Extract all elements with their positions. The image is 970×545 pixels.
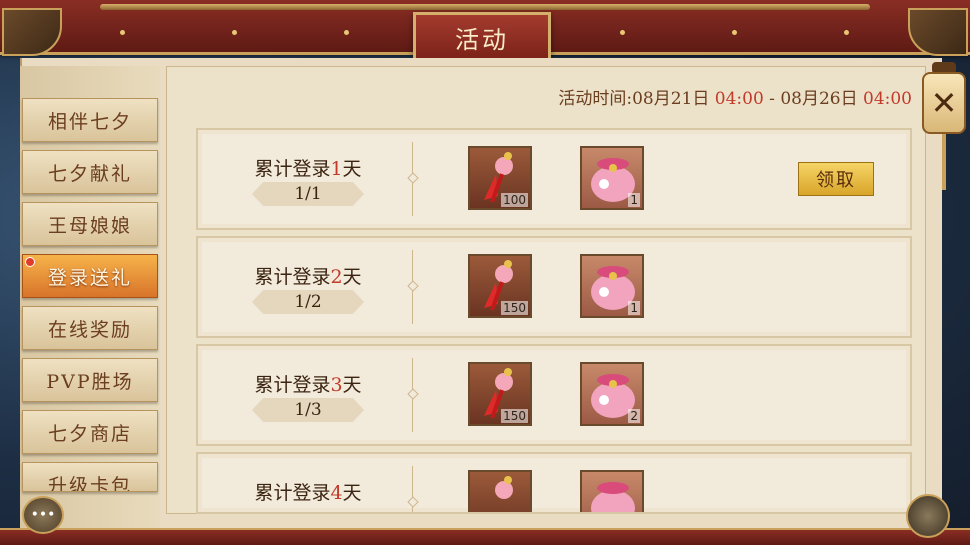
stud-ornament	[232, 30, 237, 35]
stud-ornament	[732, 30, 737, 35]
row-divider	[412, 358, 413, 432]
tab-label: 升级卡包	[47, 475, 132, 492]
event-end-time: 04:00	[863, 89, 912, 109]
item-count: 100	[501, 193, 528, 207]
item-count: 1	[628, 193, 640, 207]
claim-button[interactable]: 领取	[798, 162, 874, 196]
row-label: 累计登录1天	[254, 158, 362, 180]
item-count: 1	[628, 301, 640, 315]
sidebar-tab-qixi-xianli[interactable]: 七夕献礼	[22, 150, 158, 194]
window-title: 活动	[413, 12, 551, 62]
event-time-prefix: 活动时间:08月21日	[558, 89, 710, 109]
sidebar-tab-qixi-shop[interactable]: 七夕商店	[22, 410, 158, 454]
sidebar-tab-pvp-wins[interactable]: PVP胜场	[22, 358, 158, 402]
item-count: 150	[501, 301, 528, 315]
lucky-bag-icon[interactable]	[580, 470, 644, 512]
row-label: 累计登录2天	[254, 266, 362, 288]
close-button[interactable]: ✕	[922, 72, 966, 134]
tab-label: 相伴七夕	[47, 110, 132, 133]
top-rail	[100, 4, 870, 10]
chat-icon[interactable]: •••	[22, 496, 64, 534]
close-icon: ✕	[930, 84, 958, 122]
lucky-bag-icon[interactable]: 1	[580, 254, 644, 318]
reward-row-day-1: 累计登录1天 1/1 100 1 领取	[196, 128, 912, 230]
stud-ornament	[120, 30, 125, 35]
stud-ornament	[844, 30, 849, 35]
tab-label: 七夕商店	[47, 422, 132, 445]
sidebar-tab-xiangban-qixi[interactable]: 相伴七夕	[22, 98, 158, 142]
sidebar-tab-login-gift[interactable]: 登录送礼	[22, 254, 158, 298]
stud-ornament	[344, 30, 349, 35]
row-divider	[412, 250, 413, 324]
event-time: 活动时间:08月21日 04:00 - 08月26日 04:00	[558, 84, 912, 109]
item-count: 2	[628, 409, 640, 423]
lantern-tassel	[942, 134, 946, 190]
row-divider	[412, 142, 413, 216]
tab-label: 七夕献礼	[47, 162, 132, 185]
row-label: 累计登录4天	[254, 482, 362, 504]
tassel-ornament-icon[interactable]: 100	[468, 146, 532, 210]
corner-ornament-icon	[906, 494, 950, 538]
reward-row-day-4: 累计登录4天	[196, 452, 912, 514]
lucky-bag-icon[interactable]: 2	[580, 362, 644, 426]
tab-label: 王母娘娘	[47, 214, 132, 237]
tab-label: PVP胜场	[46, 370, 134, 393]
sidebar-tab-online-reward[interactable]: 在线奖励	[22, 306, 158, 350]
stud-ornament	[620, 30, 625, 35]
event-start-time: 04:00	[714, 89, 764, 109]
row-divider	[412, 466, 413, 512]
tassel-ornament-icon[interactable]	[468, 470, 532, 512]
sidebar-tab-wangmu-niangniang[interactable]: 王母娘娘	[22, 202, 158, 246]
row-label: 累计登录3天	[254, 374, 362, 396]
row-progress: 1/2	[252, 290, 364, 314]
notification-dot	[25, 257, 35, 267]
tab-label: 登录送礼	[47, 266, 132, 289]
reward-row-day-2: 累计登录2天 1/2 150 1	[196, 236, 912, 338]
sidebar-tab-upgrade-pack[interactable]: 升级卡包	[22, 462, 158, 492]
item-count: 150	[501, 409, 528, 423]
row-progress: 1/3	[252, 398, 364, 422]
event-time-middle: - 08月26日	[763, 89, 858, 109]
reward-row-day-3: 累计登录3天 1/3 150 2	[196, 344, 912, 446]
tassel-ornament-icon[interactable]: 150	[468, 362, 532, 426]
tab-label: 在线奖励	[47, 318, 132, 341]
lucky-bag-icon[interactable]: 1	[580, 146, 644, 210]
tassel-ornament-icon[interactable]: 150	[468, 254, 532, 318]
bottom-frame	[0, 528, 970, 545]
row-progress: 1/1	[252, 182, 364, 206]
